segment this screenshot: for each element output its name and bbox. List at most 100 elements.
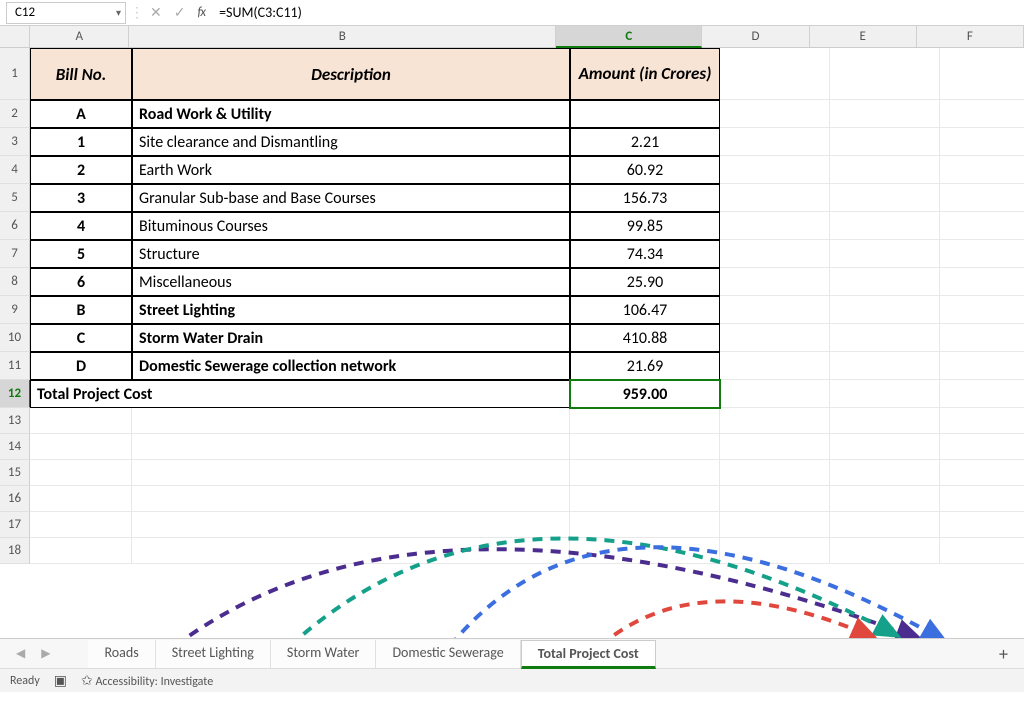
sheet-tab-storm-water[interactable]: Storm Water [271,640,377,668]
cell-empty[interactable] [720,240,830,268]
sheet-tab-domestic-sewerage[interactable]: Domestic Sewerage [376,640,520,668]
cell-amount[interactable]: 25.90 [570,268,720,296]
cell-empty[interactable] [940,538,1024,564]
cell-empty[interactable] [830,156,940,184]
cell-amount[interactable]: 21.69 [570,352,720,380]
cell-amount[interactable]: 2.21 [570,128,720,156]
cell-empty[interactable] [830,460,940,486]
header-description[interactable]: Description [132,48,570,100]
cell-empty[interactable] [830,128,940,156]
cell-empty[interactable] [132,460,570,486]
fx-icon[interactable]: fx [191,5,211,20]
cell-empty[interactable] [830,184,940,212]
cell-description[interactable]: Bituminous Courses [132,212,570,240]
tab-nav-next[interactable]: ▶ [33,646,58,661]
cell-billno[interactable]: B [30,296,132,324]
cell-empty[interactable] [570,486,720,512]
cell-empty[interactable] [830,240,940,268]
col-header-F[interactable]: F [917,26,1024,47]
cell-empty[interactable] [940,48,1024,100]
cell-description[interactable]: Road Work & Utility [132,100,570,128]
cell-empty[interactable] [30,512,132,538]
row-header-15[interactable]: 15 [0,460,30,486]
cell-total-value[interactable]: 959.00 [570,380,720,408]
cell-empty[interactable] [720,352,830,380]
cell-empty[interactable] [720,268,830,296]
cell-description[interactable]: Site clearance and Dismantling [132,128,570,156]
row-header-3[interactable]: 3 [0,128,30,156]
cell-billno[interactable]: 6 [30,268,132,296]
cell-empty[interactable] [720,48,830,100]
cell-billno[interactable]: 3 [30,184,132,212]
row-header-9[interactable]: 9 [0,296,30,324]
cell-empty[interactable] [132,408,570,434]
cell-empty[interactable] [132,512,570,538]
cell-empty[interactable] [570,460,720,486]
cell-empty[interactable] [940,486,1024,512]
cell-description[interactable]: Granular Sub-base and Base Courses [132,184,570,212]
header-billno[interactable]: Bill No. [30,48,132,100]
cell-description[interactable]: Structure [132,240,570,268]
cell-empty[interactable] [720,486,830,512]
cell-empty[interactable] [720,184,830,212]
cell-empty[interactable] [720,212,830,240]
cell-empty[interactable] [830,100,940,128]
cell-empty[interactable] [940,184,1024,212]
cell-empty[interactable] [570,538,720,564]
sheet-tab-total-project-cost[interactable]: Total Project Cost [521,640,656,669]
cell-empty[interactable] [940,296,1024,324]
cell-empty[interactable] [830,296,940,324]
select-all-corner[interactable] [0,26,30,48]
cell-empty[interactable] [132,538,570,564]
row-header-2[interactable]: 2 [0,100,30,128]
cell-billno[interactable]: 5 [30,240,132,268]
cell-empty[interactable] [830,352,940,380]
cell-empty[interactable] [830,408,940,434]
cell-empty[interactable] [940,352,1024,380]
cell-billno[interactable]: 4 [30,212,132,240]
row-header-10[interactable]: 10 [0,324,30,352]
accessibility-status[interactable]: ✩ Accessibility: Investigate [81,672,213,689]
cell-empty[interactable] [720,512,830,538]
row-header-12[interactable]: 12 [0,380,31,408]
tab-nav-prev[interactable]: ◀ [8,646,33,661]
cell-billno[interactable]: C [30,324,132,352]
cell-empty[interactable] [830,380,940,408]
cell-empty[interactable] [30,486,132,512]
cell-empty[interactable] [940,434,1024,460]
cell-amount[interactable]: 60.92 [570,156,720,184]
cell-empty[interactable] [720,156,830,184]
cell-empty[interactable] [940,100,1024,128]
row-header-14[interactable]: 14 [0,434,30,460]
cell-empty[interactable] [720,380,830,408]
col-header-E[interactable]: E [810,26,917,47]
col-header-B[interactable]: B [129,26,556,47]
cell-empty[interactable] [570,408,720,434]
cell-empty[interactable] [720,408,830,434]
row-header-18[interactable]: 18 [0,538,30,564]
row-header-8[interactable]: 8 [0,268,30,296]
cell-billno[interactable]: D [30,352,132,380]
cell-empty[interactable] [720,100,830,128]
row-header-6[interactable]: 6 [0,212,30,240]
cell-description[interactable]: Street Lighting [132,296,570,324]
row-header-16[interactable]: 16 [0,486,30,512]
cell-empty[interactable] [132,486,570,512]
cell-billno[interactable]: 2 [30,156,132,184]
row-header-7[interactable]: 7 [0,240,30,268]
cell-empty[interactable] [720,434,830,460]
cell-empty[interactable] [30,434,132,460]
cell-description[interactable]: Miscellaneous [132,268,570,296]
formula-input[interactable]: =SUM(C3:C11) [211,2,1024,24]
cell-empty[interactable] [830,538,940,564]
row-header-17[interactable]: 17 [0,512,30,538]
row-header-1[interactable]: 1 [0,48,30,100]
cell-description[interactable]: Earth Work [132,156,570,184]
cell-empty[interactable] [830,48,940,100]
cell-empty[interactable] [940,324,1024,352]
cell-amount[interactable]: 156.73 [570,184,720,212]
col-header-A[interactable]: A [30,26,129,47]
add-sheet-button[interactable]: + [983,643,1024,665]
col-header-C[interactable]: C [556,26,702,48]
cell-billno[interactable]: A [30,100,132,128]
